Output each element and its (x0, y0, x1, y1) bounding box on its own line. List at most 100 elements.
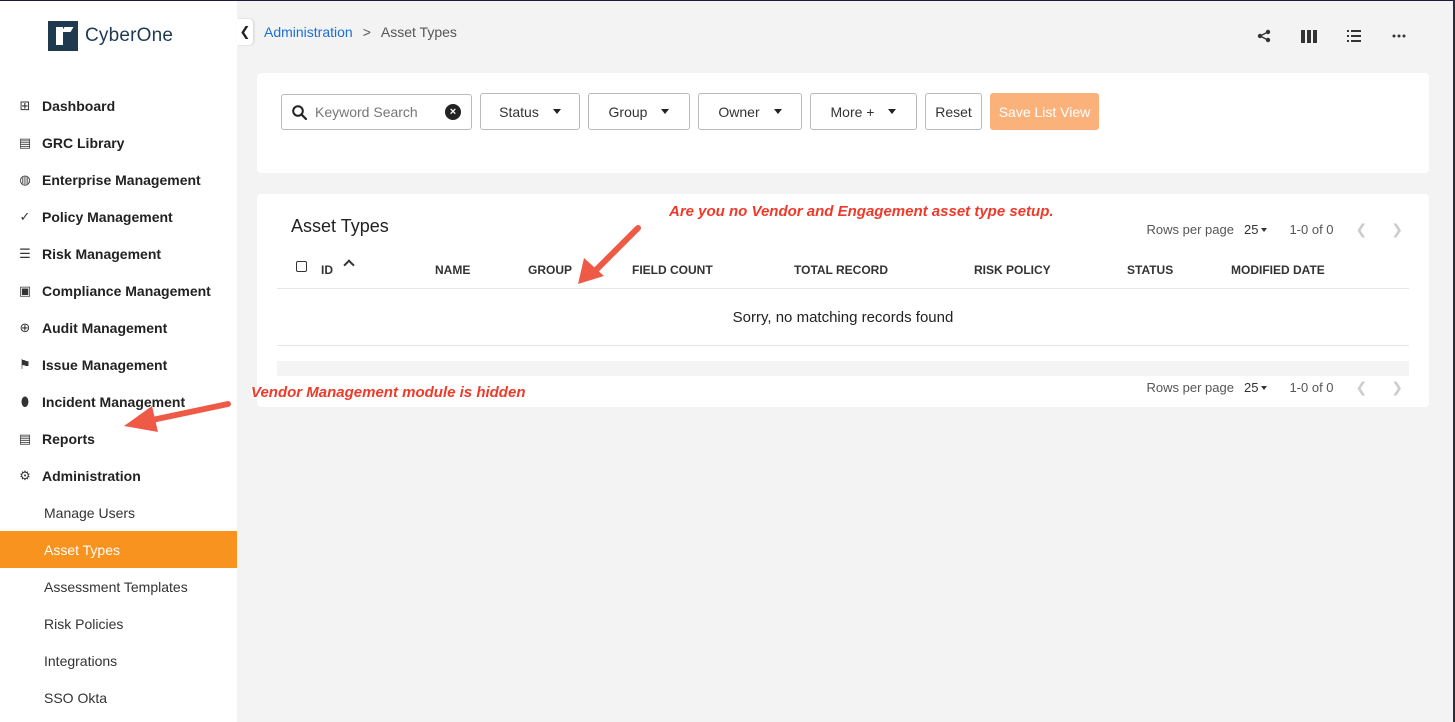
sidebar-subitem-integrations[interactable]: Integrations (0, 642, 237, 679)
group-filter-label: Group (608, 103, 648, 120)
sidebar-item-enterprise-management[interactable]: ◍ Enterprise Management (0, 161, 237, 198)
fire-icon: ⬮ (20, 393, 30, 409)
sidebar-item-grc-library[interactable]: ▤ GRC Library (0, 124, 237, 161)
select-all-checkbox[interactable] (296, 261, 307, 272)
sidebar-item-administration[interactable]: ⚙ Administration (0, 457, 237, 494)
save-list-view-button[interactable]: Save List View (990, 93, 1099, 130)
rows-per-page-label: Rows per page (1146, 222, 1234, 237)
sidebar-item-policy-management[interactable]: ✓ Policy Management (0, 198, 237, 235)
sidebar-subitem-risk-policies[interactable]: Risk Policies (0, 605, 237, 642)
sidebar-item-dashboard[interactable]: ⊞ Dashboard (0, 87, 237, 124)
rows-per-page-select[interactable]: 25 (1243, 222, 1268, 237)
clear-search-icon[interactable]: × (445, 104, 461, 120)
list-icon: ☰ (19, 245, 31, 261)
crosshairs-icon: ⊕ (19, 319, 31, 335)
sidebar-subitem-manage-users[interactable]: Manage Users (0, 494, 237, 531)
column-header-id[interactable]: ID (321, 263, 333, 277)
annotation-arrow-icon (578, 225, 641, 284)
sidebar-item-label: Issue Management (42, 356, 168, 373)
annotation-arrow-icon (124, 401, 231, 432)
asset-types-table-panel: Asset Types Rows per page 25 1-0 of 0 ❮ … (257, 194, 1429, 407)
status-filter-label: Status (499, 103, 539, 120)
gear-icon: ⚙ (19, 467, 31, 483)
table-title: Asset Types (291, 216, 389, 236)
sort-ascending-icon[interactable] (343, 259, 355, 271)
sidebar-item-compliance-management[interactable]: ▣ Compliance Management (0, 272, 237, 309)
pagination-range: 1-0 of 0 (1289, 380, 1334, 395)
columns-icon[interactable] (1300, 27, 1318, 45)
pagination-top: Rows per page 25 1-0 of 0 ❮ ❯ (1147, 221, 1403, 238)
pagination-bottom: Rows per page 25 1-0 of 0 ❮ ❯ (1147, 379, 1403, 396)
rows-per-page-value: 25 (1243, 222, 1259, 237)
column-header-status[interactable]: STATUS (1127, 263, 1173, 277)
flag-icon: ⚑ (19, 356, 31, 372)
sidebar-subitem-assessment-templates[interactable]: Assessment Templates (0, 568, 237, 605)
table-header-row: ID NAME GROUP FIELD COUNT TOTAL RECORD R… (277, 252, 1409, 289)
search-input[interactable] (315, 104, 440, 120)
sidebar-item-label: Dashboard (42, 97, 116, 114)
table-footer-divider (277, 361, 1409, 376)
logo-text: CyberOne (85, 25, 174, 46)
caret-down-icon (1261, 385, 1268, 390)
group-filter-dropdown[interactable]: Group (588, 93, 690, 130)
breadcrumb-separator: > (362, 24, 371, 40)
sidebar-subitem-asset-types[interactable]: Asset Types (0, 531, 237, 568)
sidebar-item-label: Audit Management (42, 319, 168, 336)
sidebar-item-label: GRC Library (42, 134, 125, 151)
sidebar: CyberOne ⊞ Dashboard ▤ GRC Library ◍ Ent… (0, 1, 237, 722)
more-filters-label: More + (830, 103, 875, 120)
empty-state-message: Sorry, no matching records found (277, 289, 1409, 346)
caret-down-icon (1261, 227, 1268, 232)
filter-panel: × Status Group Owner More + Reset Save L… (257, 73, 1429, 173)
dashboard-icon: ⊞ (19, 97, 31, 113)
sidebar-item-label: Administration (42, 467, 141, 484)
breadcrumb-link-administration[interactable]: Administration (264, 24, 353, 40)
caret-down-icon (661, 109, 670, 114)
sidebar-item-label: Enterprise Management (42, 171, 201, 188)
reset-button[interactable]: Reset (925, 93, 982, 130)
sidebar-collapse-button[interactable]: ❮ (237, 19, 253, 45)
more-filters-dropdown[interactable]: More + (810, 93, 917, 130)
next-page-icon[interactable]: ❯ (1391, 221, 1403, 238)
status-filter-dropdown[interactable]: Status (480, 93, 580, 130)
annotation-vendor-hidden-note: Vendor Management module is hidden (251, 384, 526, 401)
breadcrumb-current: Asset Types (380, 24, 457, 40)
column-header-group[interactable]: GROUP (528, 263, 572, 277)
owner-filter-dropdown[interactable]: Owner (698, 93, 802, 130)
rows-per-page-label: Rows per page (1146, 380, 1234, 395)
chevron-left-icon: ❮ (239, 24, 251, 39)
sidebar-subitem-sso-okta[interactable]: SSO Okta (0, 679, 237, 716)
previous-page-icon[interactable]: ❮ (1356, 221, 1368, 238)
column-header-name[interactable]: NAME (435, 263, 470, 277)
file-icon: ▤ (18, 430, 32, 446)
column-header-total-record[interactable]: TOTAL RECORD (794, 263, 888, 277)
logo[interactable]: CyberOne (48, 21, 173, 51)
check-double-icon: ✓ (19, 208, 31, 224)
rows-per-page-value: 25 (1243, 380, 1259, 395)
book-icon: ▤ (18, 134, 32, 150)
clipboard-check-icon: ▣ (18, 282, 32, 298)
share-icon[interactable] (1255, 27, 1273, 45)
more-options-icon[interactable] (1390, 27, 1408, 45)
sidebar-item-label: Reports (42, 430, 95, 447)
list-view-icon[interactable] (1345, 27, 1363, 45)
rows-per-page-select[interactable]: 25 (1243, 380, 1268, 395)
keyword-search[interactable]: × (281, 94, 472, 130)
pagination-range: 1-0 of 0 (1289, 222, 1334, 237)
column-header-modified-date[interactable]: MODIFIED DATE (1231, 263, 1325, 277)
caret-down-icon (552, 109, 561, 114)
sidebar-item-risk-management[interactable]: ☰ Risk Management (0, 235, 237, 272)
next-page-icon[interactable]: ❯ (1391, 379, 1403, 396)
sidebar-item-label: Policy Management (42, 208, 173, 225)
sidebar-item-audit-management[interactable]: ⊕ Audit Management (0, 309, 237, 346)
owner-filter-label: Owner (718, 103, 760, 120)
annotation-asset-type-note: Are you no Vendor and Engagement asset t… (669, 203, 1054, 220)
caret-down-icon (888, 109, 897, 114)
sidebar-item-issue-management[interactable]: ⚑ Issue Management (0, 346, 237, 383)
globe-icon: ◍ (19, 171, 31, 187)
search-icon (292, 104, 307, 120)
column-header-risk-policy[interactable]: RISK POLICY (974, 263, 1051, 277)
previous-page-icon[interactable]: ❮ (1356, 379, 1368, 396)
caret-down-icon (773, 109, 782, 114)
sidebar-item-label: Risk Management (42, 245, 162, 262)
